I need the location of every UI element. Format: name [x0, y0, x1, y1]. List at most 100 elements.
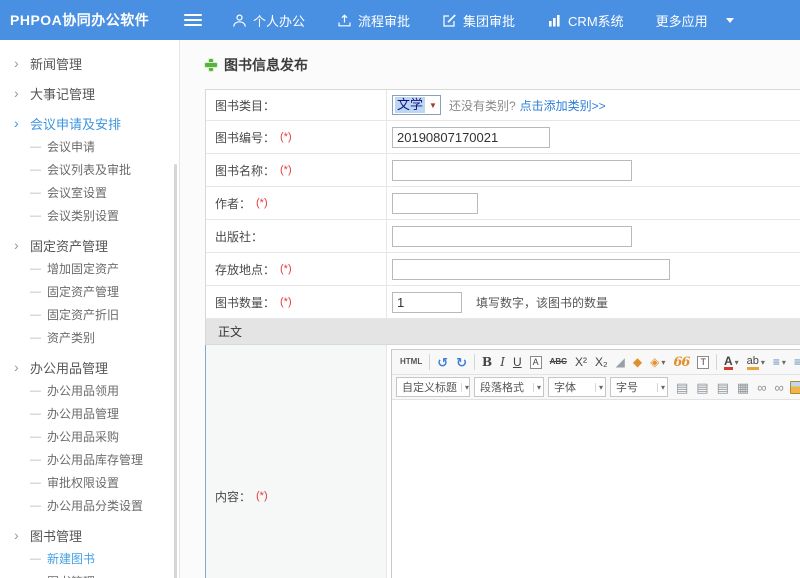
field-label: 图书数量： (*)	[206, 286, 386, 318]
undo-icon[interactable]: ↺ ▾	[434, 352, 451, 372]
editor-toolbar-row2: 自定义标题 ▾ 段落格式 ▾	[392, 375, 800, 400]
dash-icon: —	[30, 454, 41, 466]
editor-content-area[interactable]	[392, 400, 800, 578]
sidebar-item[interactable]: — 固定资产折旧	[0, 303, 179, 326]
menu-toggle-button[interactable]	[184, 14, 202, 26]
image-icon[interactable]: ▾	[790, 381, 800, 394]
sidebar-item[interactable]: — 办公用品采购	[0, 425, 179, 448]
paste-word-icon[interactable]: T ▾	[694, 352, 712, 372]
format-brush-icon[interactable]: ◆ ▾	[630, 352, 645, 372]
insert-table-icon[interactable]: ▦ ▾	[734, 377, 752, 397]
sidebar-group-header[interactable]: › 图书管理	[0, 523, 179, 547]
nav-group-approval[interactable]: 集团审批	[442, 11, 515, 30]
sidebar-item[interactable]: — 办公用品分类设置	[0, 494, 179, 517]
chevron-right-icon: ›	[14, 116, 28, 130]
link-icon[interactable]: ∞ ▾	[754, 377, 769, 397]
sidebar-group-header[interactable]: › 办公用品管理	[0, 355, 179, 379]
section-title: 正文	[218, 323, 242, 340]
quantity-input[interactable]	[392, 292, 462, 313]
publisher-input[interactable]	[392, 226, 632, 247]
sidebar-item[interactable]: — 资产类别	[0, 326, 179, 349]
strikethrough-icon[interactable]: ABC ▾	[547, 352, 570, 372]
sidebar-item-label: 固定资产折旧	[47, 306, 119, 323]
book-number-input[interactable]	[392, 127, 550, 148]
eraser-icon[interactable]: ◢ ▾	[613, 352, 628, 372]
book-name-input[interactable]	[392, 160, 632, 181]
underline-icon[interactable]: U ▾	[510, 352, 525, 372]
align-center-icon[interactable]: ▤ ▾	[693, 377, 711, 397]
redo-icon[interactable]: ↻ ▾	[453, 352, 470, 372]
paragraph-format-select[interactable]: 段落格式 ▾	[474, 377, 544, 397]
nav-personal-office[interactable]: 个人办公	[232, 11, 305, 30]
ordered-list-icon[interactable]: ≡ ▾	[770, 352, 789, 372]
autotypeset-icon[interactable]: ◈ ▾	[647, 352, 668, 372]
align-left-icon[interactable]: ▤ ▾	[673, 377, 691, 397]
chevron-down-icon: ▾	[461, 383, 469, 392]
subscript-icon[interactable]: X₂ ▾	[592, 352, 611, 372]
field-label: 作者： (*)	[206, 187, 386, 219]
sidebar-item-label: 固定资产管理	[47, 283, 119, 300]
dash-icon: —	[30, 477, 41, 489]
italic-icon[interactable]: I ▾	[497, 352, 508, 372]
font-color-icon[interactable]: A ▾	[721, 352, 742, 372]
highlight-color-icon[interactable]: ab ▾	[744, 352, 768, 372]
form-row: 作者： (*)	[206, 187, 800, 220]
sidebar-item[interactable]: — 会议类别设置	[0, 204, 179, 227]
chevron-right-icon: ›	[14, 360, 28, 374]
category-select-value: 文学	[395, 97, 425, 113]
sidebar: › 新闻管理 › 大事记管理 › 会议申请及安排	[0, 40, 180, 578]
sidebar-group-header[interactable]: › 会议申请及安排	[0, 111, 179, 135]
editor-toolbar-row1: HTML ▾ ▾	[392, 350, 800, 375]
custom-title-select[interactable]: 自定义标题 ▾	[396, 377, 470, 397]
sidebar-group-header[interactable]: › 固定资产管理	[0, 233, 179, 257]
nav-workflow-approval[interactable]: 流程审批	[337, 11, 410, 30]
required-mark: (*)	[280, 131, 292, 143]
sidebar-item[interactable]: — 审批权限设置	[0, 471, 179, 494]
dash-icon: —	[30, 286, 41, 298]
sidebar-group: › 办公用品管理 — 办公用品领用 — 办公用品管理	[0, 355, 179, 517]
unlink-icon[interactable]: ∞ ▾	[771, 377, 786, 397]
location-input[interactable]	[392, 259, 670, 280]
nav-more-apps[interactable]: 更多应用	[656, 11, 734, 30]
sidebar-scrollbar[interactable]	[174, 164, 177, 578]
sidebar-item[interactable]: — 办公用品库存管理	[0, 448, 179, 471]
author-input[interactable]	[392, 193, 478, 214]
sidebar-item[interactable]: — 会议室设置	[0, 181, 179, 204]
chevron-down-icon: ▾	[761, 358, 765, 367]
chevron-down-icon: ▾	[657, 383, 665, 392]
sidebar-item[interactable]: — 新建图书	[0, 547, 179, 570]
nav-crm-system[interactable]: CRM系统	[547, 11, 624, 30]
align-right-icon[interactable]: ▤ ▾	[714, 377, 732, 397]
category-select[interactable]: 文学 ▼	[392, 95, 441, 115]
sidebar-group-header[interactable]: › 新闻管理	[0, 51, 179, 75]
sidebar-group: › 新闻管理	[0, 51, 179, 75]
add-category-link[interactable]: 点击添加类别>>	[520, 97, 606, 114]
sidebar-item[interactable]: — 固定资产管理	[0, 280, 179, 303]
sidebar-item[interactable]: — 会议列表及审批	[0, 158, 179, 181]
sidebar-item[interactable]: — 办公用品领用	[0, 379, 179, 402]
dash-icon: —	[30, 210, 41, 222]
sidebar-item[interactable]: — 会议申请	[0, 135, 179, 158]
blockquote-icon[interactable]: 66 ▾	[670, 352, 692, 372]
section-header: 正文	[206, 319, 800, 345]
sidebar-group-label: 办公用品管理	[30, 358, 108, 377]
sidebar-group-header[interactable]: › 大事记管理	[0, 81, 179, 105]
sidebar-item[interactable]: — 图书管理	[0, 570, 179, 578]
form-row: 存放地点： (*)	[206, 253, 800, 286]
font-family-select[interactable]: 字体 ▾	[548, 377, 606, 397]
app-body: › 新闻管理 › 大事记管理 › 会议申请及安排	[0, 40, 800, 578]
html-source-icon[interactable]: HTML ▾	[397, 352, 425, 372]
font-size-select[interactable]: 字号 ▾	[610, 377, 668, 397]
sidebar-item[interactable]: — 办公用品管理	[0, 402, 179, 425]
sidebar-item[interactable]: — 增加固定资产	[0, 257, 179, 280]
dash-icon: —	[30, 309, 41, 321]
dash-icon: —	[30, 263, 41, 275]
form-row: 出版社： (*)	[206, 220, 800, 253]
chevron-right-icon: ›	[14, 238, 28, 252]
superscript-icon[interactable]: X² ▾	[572, 352, 590, 372]
sidebar-group-label: 固定资产管理	[30, 236, 108, 255]
bold-icon[interactable]: B ▾	[479, 352, 495, 372]
rich-text-editor: HTML ▾ ▾	[391, 349, 800, 578]
char-border-icon[interactable]: A ▾	[527, 352, 545, 372]
unordered-list-icon[interactable]: ≡ ▾	[791, 352, 800, 372]
